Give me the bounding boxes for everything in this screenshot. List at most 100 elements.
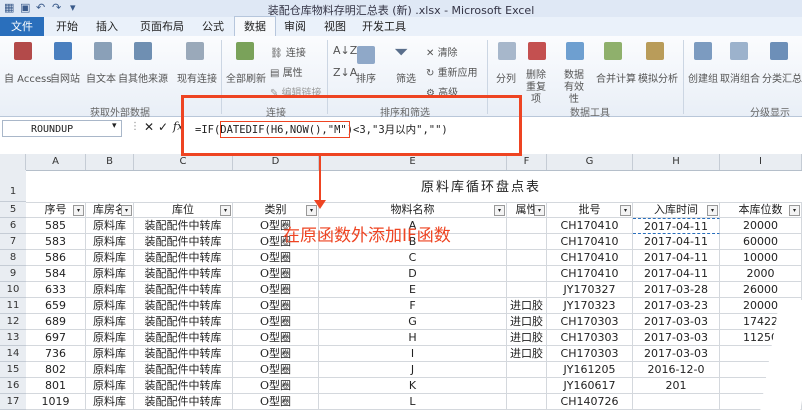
table-cell[interactable]: O型圈 bbox=[233, 346, 319, 362]
table-cell[interactable]: 装配配件中转库 bbox=[134, 234, 233, 250]
table-cell[interactable]: 736 bbox=[26, 346, 86, 362]
row-header[interactable]: 6 bbox=[0, 218, 26, 234]
table-cell[interactable]: JY170327 bbox=[547, 282, 633, 298]
table-cell[interactable]: L bbox=[319, 394, 507, 410]
from-access-button[interactable]: 自 Access bbox=[4, 70, 51, 85]
table-cell[interactable]: O型圈 bbox=[233, 394, 319, 410]
table-cell[interactable]: K bbox=[319, 378, 507, 394]
table-cell[interactable]: 装配配件中转库 bbox=[134, 362, 233, 378]
table-cell[interactable]: 原料库 bbox=[86, 250, 134, 266]
row-header[interactable]: 9 bbox=[0, 266, 26, 282]
table-cell[interactable]: 装配配件中转库 bbox=[134, 282, 233, 298]
properties-button[interactable]: ▤ 属性 bbox=[270, 64, 303, 79]
sort-az-icon[interactable]: A↓Z bbox=[333, 44, 357, 57]
enter-icon[interactable]: ✓ bbox=[158, 120, 168, 134]
table-cell[interactable]: C bbox=[319, 250, 507, 266]
table-cell[interactable]: 装配配件中转库 bbox=[134, 266, 233, 282]
table-cell[interactable]: 进口胶 bbox=[507, 298, 547, 314]
table-cell[interactable]: 原料库 bbox=[86, 298, 134, 314]
existing-connections-button[interactable]: 现有连接 bbox=[177, 70, 217, 85]
row-header[interactable]: 7 bbox=[0, 234, 26, 250]
name-box[interactable]: ROUNDUP bbox=[2, 120, 122, 137]
table-cell[interactable]: 原料库 bbox=[86, 378, 134, 394]
table-cell[interactable]: 2016-12-0 bbox=[633, 362, 720, 378]
table-cell[interactable]: CH170410 bbox=[547, 266, 633, 282]
table-cell[interactable]: F bbox=[319, 298, 507, 314]
sort-button[interactable]: 排序 bbox=[356, 70, 376, 85]
table-cell[interactable]: J bbox=[319, 362, 507, 378]
table-cell[interactable]: JY160617 bbox=[547, 378, 633, 394]
table-cell[interactable]: 801 bbox=[26, 378, 86, 394]
table-cell[interactable]: JY170323 bbox=[547, 298, 633, 314]
header-cell[interactable]: 库房名 ▾ bbox=[86, 202, 134, 218]
column-header-h[interactable]: H bbox=[633, 154, 720, 170]
filter-dropdown-icon[interactable]: ▾ bbox=[220, 205, 231, 216]
sort-za-icon[interactable]: Z↓A bbox=[333, 66, 357, 79]
from-other-sources-button[interactable]: 自其他来源 bbox=[118, 70, 168, 85]
table-cell[interactable]: CH170303 bbox=[547, 314, 633, 330]
remove-duplicates-button[interactable]: 删除重复项 bbox=[522, 70, 550, 106]
table-cell[interactable]: 60000 bbox=[720, 234, 802, 250]
filter-dropdown-icon[interactable]: ▾ bbox=[494, 205, 505, 216]
table-cell[interactable]: E bbox=[319, 282, 507, 298]
table-cell[interactable] bbox=[507, 362, 547, 378]
reapply-button[interactable]: ↻ 重新应用 bbox=[426, 64, 478, 79]
tab-developer[interactable]: 开发工具 bbox=[358, 17, 410, 36]
table-cell[interactable]: D bbox=[319, 266, 507, 282]
table-cell[interactable]: 2017-03-03 bbox=[633, 330, 720, 346]
table-cell[interactable]: CH170303 bbox=[547, 330, 633, 346]
table-cell[interactable]: 装配配件中转库 bbox=[134, 218, 233, 234]
cancel-icon[interactable]: ✕ bbox=[144, 120, 154, 134]
table-cell[interactable]: 802 bbox=[26, 362, 86, 378]
table-cell[interactable] bbox=[507, 218, 547, 234]
table-cell[interactable]: 2017-03-23 bbox=[633, 298, 720, 314]
header-cell[interactable]: 物料名称 ▾ bbox=[319, 202, 507, 218]
table-cell[interactable]: CH170303 bbox=[547, 346, 633, 362]
column-header-d[interactable]: D bbox=[233, 154, 319, 170]
header-cell[interactable]: 本库位数 ▾ bbox=[720, 202, 802, 218]
row-header[interactable]: 16 bbox=[0, 378, 26, 394]
table-cell[interactable]: 原料库 bbox=[86, 266, 134, 282]
table-cell[interactable]: 原料库 bbox=[86, 394, 134, 410]
column-header-e[interactable]: E bbox=[319, 154, 507, 170]
what-if-analysis-button[interactable]: 模拟分析 bbox=[638, 70, 678, 85]
table-cell[interactable] bbox=[507, 378, 547, 394]
table-cell[interactable]: 2000 bbox=[720, 266, 802, 282]
table-cell[interactable]: 26000 bbox=[720, 282, 802, 298]
row-header[interactable]: 11 bbox=[0, 298, 26, 314]
header-cell[interactable]: 属性 ▾ bbox=[507, 202, 547, 218]
table-cell[interactable]: O型圈 bbox=[233, 250, 319, 266]
row-header[interactable]: 1 bbox=[0, 170, 26, 202]
refresh-all-button[interactable]: 全部刷新 bbox=[226, 70, 266, 85]
row-header[interactable]: 10 bbox=[0, 282, 26, 298]
table-cell[interactable]: 原料库 bbox=[86, 314, 134, 330]
filter-dropdown-icon[interactable]: ▾ bbox=[707, 205, 718, 216]
table-cell[interactable]: 原料库 bbox=[86, 282, 134, 298]
row-header[interactable]: 13 bbox=[0, 330, 26, 346]
table-cell[interactable]: O型圈 bbox=[233, 330, 319, 346]
data-validation-button[interactable]: 数据有效性 bbox=[560, 70, 588, 106]
table-cell[interactable]: O型圈 bbox=[233, 266, 319, 282]
table-cell[interactable]: 2017-04-11 bbox=[633, 218, 720, 234]
table-cell[interactable]: 697 bbox=[26, 330, 86, 346]
table-cell[interactable]: 2017-04-11 bbox=[633, 250, 720, 266]
row-header[interactable]: 5 bbox=[0, 202, 26, 218]
header-cell[interactable]: 类别 ▾ bbox=[233, 202, 319, 218]
row-header[interactable]: 8 bbox=[0, 250, 26, 266]
filter-dropdown-icon[interactable]: ▾ bbox=[789, 205, 800, 216]
table-cell[interactable]: 原料库 bbox=[86, 362, 134, 378]
table-cell[interactable]: 2017-03-03 bbox=[633, 314, 720, 330]
table-cell[interactable]: 2017-03-03 bbox=[633, 346, 720, 362]
filter-dropdown-icon[interactable]: ▾ bbox=[73, 205, 84, 216]
table-cell[interactable]: 585 bbox=[26, 218, 86, 234]
table-cell[interactable]: 659 bbox=[26, 298, 86, 314]
table-cell[interactable]: O型圈 bbox=[233, 314, 319, 330]
table-cell[interactable]: 2017-03-28 bbox=[633, 282, 720, 298]
table-cell[interactable]: 装配配件中转库 bbox=[134, 250, 233, 266]
header-cell[interactable]: 批号 ▾ bbox=[547, 202, 633, 218]
table-cell[interactable]: 584 bbox=[26, 266, 86, 282]
column-header-f[interactable]: F bbox=[507, 154, 547, 170]
row-header[interactable]: 15 bbox=[0, 362, 26, 378]
table-cell[interactable]: 689 bbox=[26, 314, 86, 330]
table-cell[interactable]: O型圈 bbox=[233, 298, 319, 314]
